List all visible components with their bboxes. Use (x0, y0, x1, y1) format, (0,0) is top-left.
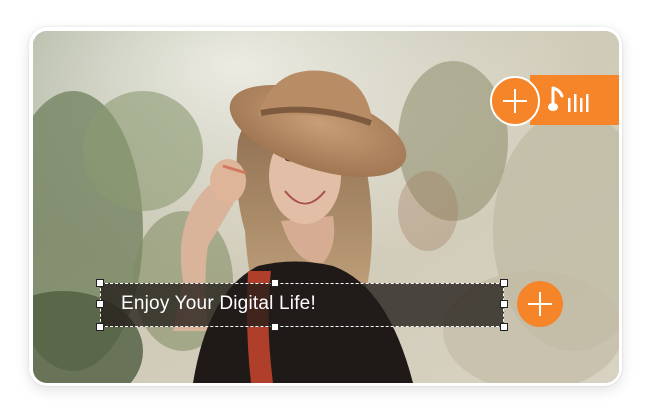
music-note-equalizer-icon[interactable] (548, 84, 594, 116)
add-text-button[interactable] (517, 281, 563, 327)
resize-handle-top-right[interactable] (500, 279, 508, 287)
resize-handle-middle-left[interactable] (96, 300, 104, 308)
text-overlay-box[interactable]: Enjoy Your Digital Life! (96, 279, 508, 331)
caption-text[interactable]: Enjoy Your Digital Life! (121, 293, 316, 315)
resize-handle-top-middle[interactable] (271, 279, 279, 287)
resize-handle-top-left[interactable] (96, 279, 104, 287)
add-audio-button[interactable] (490, 76, 540, 126)
resize-handle-bottom-middle[interactable] (271, 323, 279, 331)
resize-handle-bottom-right[interactable] (500, 323, 508, 331)
resize-handle-middle-right[interactable] (500, 300, 508, 308)
resize-handle-bottom-left[interactable] (96, 323, 104, 331)
